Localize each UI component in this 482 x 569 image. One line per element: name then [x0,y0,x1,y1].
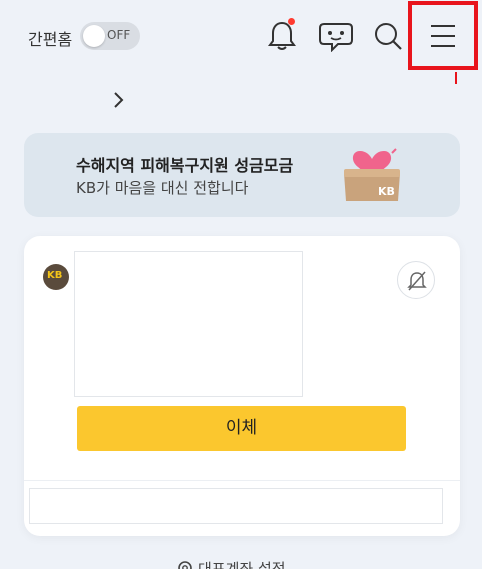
transfer-button[interactable]: 이체 [77,406,406,451]
kb-logo: KB [43,264,69,290]
rep-account-label: 대표계좌 설정 [198,560,286,569]
rep-account-setting[interactable]: 대표계좌 설정 [176,558,286,569]
bell-off-icon [407,271,427,291]
donation-banner[interactable]: 수해지역 피해복구지원 성금모금 KB가 마음을 대신 전합니다 KB [24,133,460,217]
menu-icon[interactable] [429,22,457,50]
banner-subtitle: KB가 마음을 대신 전합니다 [76,179,249,197]
heart-box-icon: KB [344,148,400,201]
chatbot-icon[interactable] [318,20,354,52]
svg-text:KB: KB [378,185,395,198]
notification-dot [288,18,295,25]
toggle-knob [83,25,105,47]
search-icon[interactable] [372,20,404,52]
gear-icon [178,561,192,569]
card-divider [24,480,460,481]
red-mark [455,72,457,84]
kb-logo-text: KB [47,270,63,281]
account-card: KB 이체 [24,236,460,536]
card-bottom-box[interactable] [29,488,443,524]
notification-off-button[interactable] [397,261,435,299]
top-bar: 간편홈 OFF [0,0,482,84]
chevron-right-icon[interactable] [110,90,126,110]
simple-home-toggle[interactable]: OFF [80,22,140,50]
toggle-state-text: OFF [107,28,131,42]
account-info-box[interactable] [74,251,303,397]
banner-title: 수해지역 피해복구지원 성금모금 [76,156,294,175]
menu-highlight-box[interactable] [408,1,478,70]
simple-home-label: 간편홈 [28,30,73,49]
